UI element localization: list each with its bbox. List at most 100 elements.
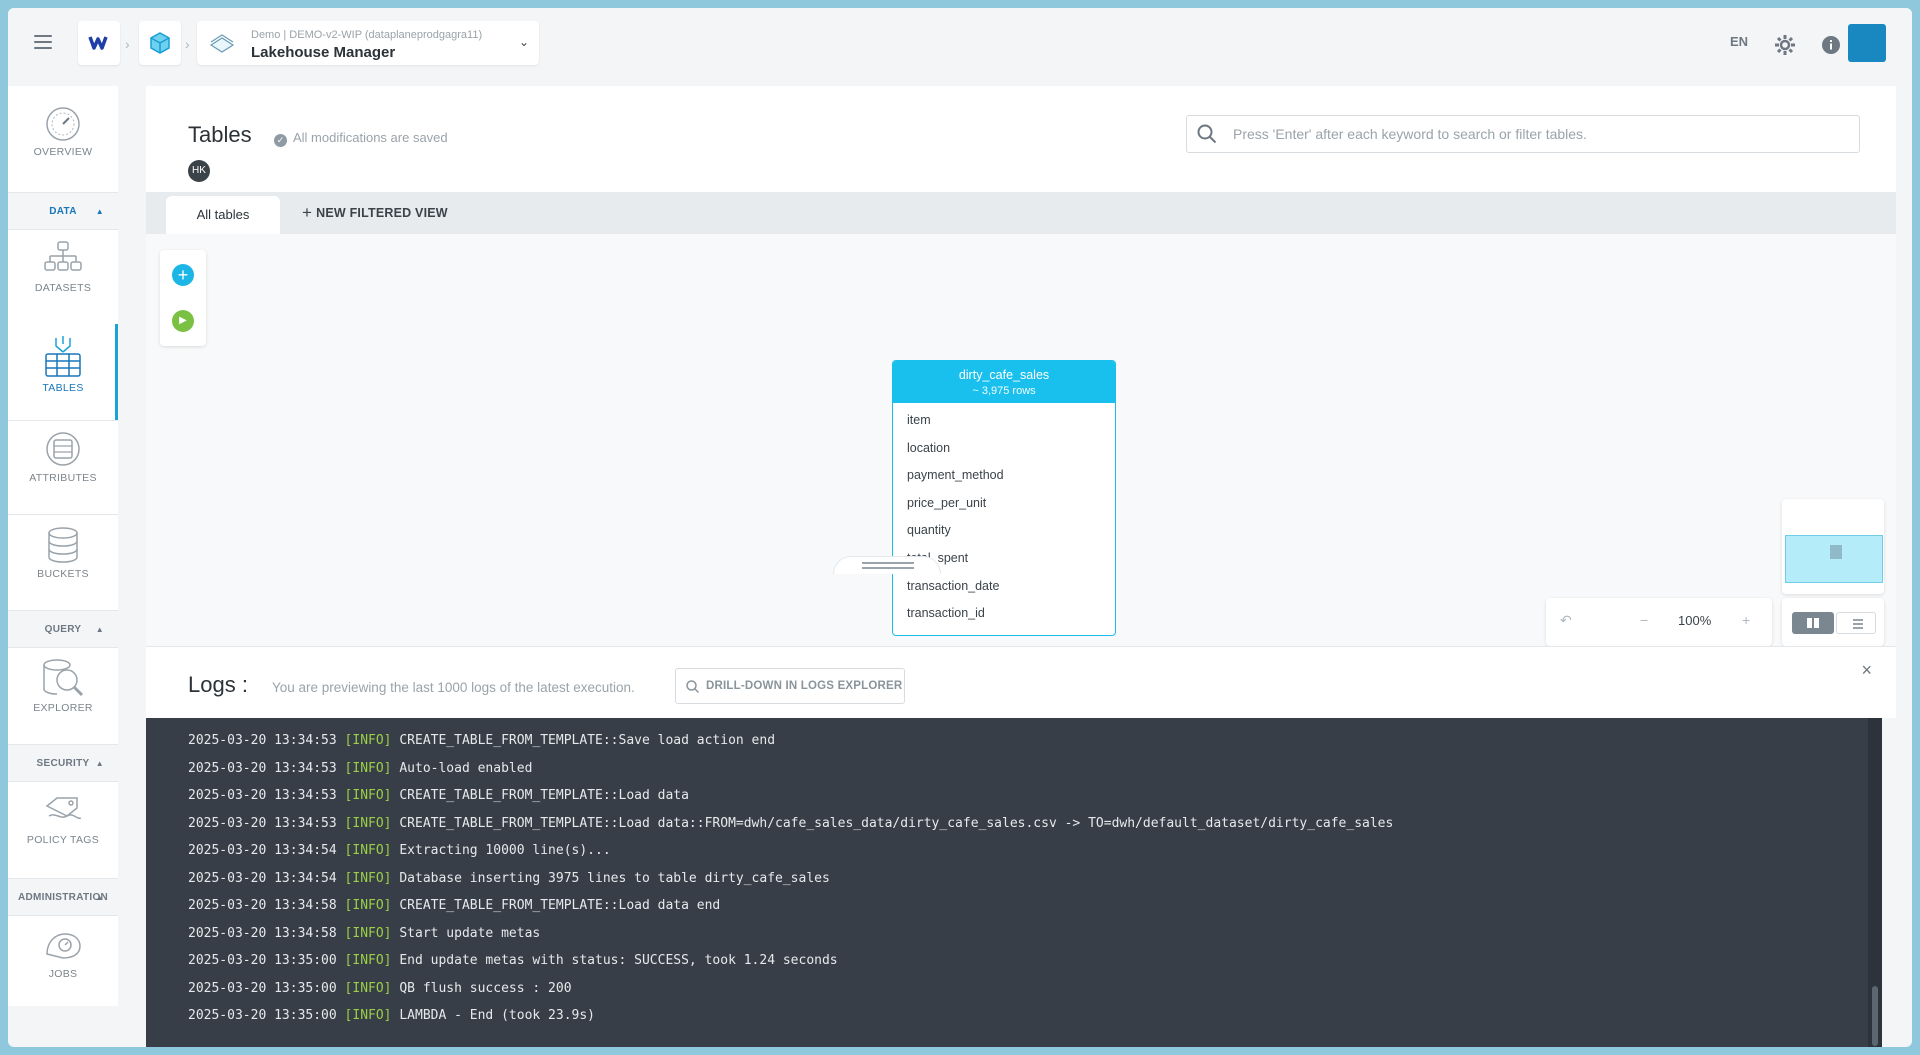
log-console[interactable]: 2025-03-20 13:34:53 [INFO] CREATE_TABLE_… [146,718,1882,1047]
app-window: › › Demo | DEMO-v2-WIP (dataplaneprodgag… [8,8,1912,1047]
chevron-up-icon: ▲ [95,893,104,902]
column-item[interactable]: quantity [893,517,1115,545]
minimap[interactable] [1782,499,1884,594]
new-filtered-view-button[interactable]: + NEW FILTERED VIEW [302,192,448,234]
zoom-out-button[interactable]: − [1640,612,1648,628]
divider [8,420,118,421]
tables-panel: Tables ✓ All modifications are saved HK A… [146,86,1896,646]
diagram-view-button[interactable] [1792,612,1834,634]
gear-icon[interactable] [1774,34,1796,56]
list-view-button[interactable] [1836,612,1876,634]
lakehouse-icon [209,34,235,53]
minimap-viewport[interactable] [1785,535,1883,583]
sidebar-item-overview[interactable]: OVERVIEW [8,106,118,158]
log-timestamp: 2025-03-20 13:34:53 [188,760,337,776]
log-timestamp: 2025-03-20 13:34:53 [188,788,337,804]
project-selector[interactable]: Demo | DEMO-v2-WIP (dataplaneprodgagra11… [197,21,539,65]
column-item[interactable]: location [893,435,1115,463]
language-selector[interactable]: EN [1730,34,1748,49]
resize-handle[interactable] [833,556,941,574]
drill-down-logs-button[interactable]: DRILL-DOWN IN LOGS EXPLORER [675,668,905,704]
close-icon[interactable]: × [1861,660,1872,681]
buckets-icon [48,527,78,563]
column-item[interactable]: transaction_date [893,573,1115,601]
sidebar: OVERVIEW DATA ▲ DATASETS TABLES ATTRIBUT… [8,86,118,1006]
log-level: [INFO] [344,980,392,996]
sidebar-item-label: ATTRIBUTES [29,472,97,484]
log-line: 2025-03-20 13:35:00 [INFO] End update me… [146,947,1882,975]
sidebar-item-jobs[interactable]: JOBS [8,928,118,980]
scrollbar-thumb[interactable] [1872,986,1878,1046]
tab-all-tables[interactable]: All tables [166,196,280,234]
column-item[interactable]: payment_method [893,462,1115,490]
sidebar-item-attributes[interactable]: ATTRIBUTES [8,430,118,484]
log-level: [INFO] [344,925,392,941]
log-spacer [146,719,1882,727]
logs-header: Logs : You are previewing the last 1000 … [146,646,1896,718]
search-input[interactable] [1233,116,1833,152]
section-administration-toggle[interactable]: ADMINISTRATION ▲ [8,878,118,916]
sidebar-item-label: OVERVIEW [33,146,93,158]
project-title: Lakehouse Manager [251,44,396,61]
breadcrumb-separator: › [125,36,130,52]
info-icon[interactable] [1822,36,1840,54]
page-title: Tables [188,122,252,147]
log-message: CREATE_TABLE_FROM_TEMPLATE::Save load ac… [399,733,776,748]
sidebar-item-explorer[interactable]: EXPLORER [8,658,118,714]
menu-icon[interactable] [34,35,52,49]
section-data-toggle[interactable]: DATA ▲ [8,192,118,230]
active-indicator [115,324,118,420]
log-line: 2025-03-20 13:34:53 [INFO] CREATE_TABLE_… [146,727,1882,755]
tables-canvas[interactable]: + ▶ dirty_cafe_sales ~ 3,975 rows item l… [146,234,1896,646]
run-button[interactable]: ▶ [172,310,194,332]
add-table-button[interactable]: + [172,264,194,286]
minimap-table-marker [1830,545,1842,559]
save-status: ✓ All modifications are saved [274,130,448,147]
sidebar-item-label: POLICY TAGS [26,834,100,846]
log-line: 2025-03-20 13:34:58 [INFO] CREATE_TABLE_… [146,892,1882,920]
sidebar-item-tables[interactable]: TABLES [8,324,118,420]
column-list: item location payment_method price_per_u… [893,403,1115,628]
user-avatar[interactable] [1848,24,1886,62]
jobs-icon [46,933,81,959]
chevron-down-icon[interactable]: ⌄ [519,35,529,49]
sidebar-item-datasets[interactable]: DATASETS [8,240,118,294]
home-logo-button[interactable] [78,21,120,65]
table-row-count: ~ 3,975 rows [972,385,1036,397]
log-message: Start update metas [399,925,541,941]
log-scrollbar[interactable] [1868,718,1882,1047]
section-query-toggle[interactable]: QUERY ▲ [8,610,118,648]
table-card[interactable]: dirty_cafe_sales ~ 3,975 rows item locat… [892,360,1116,636]
sidebar-item-label: DATASETS [34,282,92,294]
column-item[interactable]: transaction_id [893,600,1115,628]
sidebar-item-label: BUCKETS [37,568,89,580]
undo-icon[interactable]: ↶ [1560,612,1572,629]
column-item[interactable]: item [893,407,1115,435]
user-initials-avatar[interactable]: HK [188,160,210,182]
column-item[interactable]: price_per_unit [893,490,1115,518]
log-timestamp: 2025-03-20 13:34:58 [188,898,337,914]
project-cube-button[interactable] [139,21,181,65]
log-message: Extracting 10000 line(s)... [399,843,611,859]
table-card-header[interactable]: dirty_cafe_sales ~ 3,975 rows [893,361,1115,403]
sidebar-item-buckets[interactable]: BUCKETS [8,526,118,580]
section-security-toggle[interactable]: SECURITY ▲ [8,744,118,782]
log-timestamp: 2025-03-20 13:34:53 [188,815,337,831]
drill-down-label: DRILL-DOWN IN LOGS EXPLORER [706,680,903,692]
chevron-up-icon: ▲ [95,625,104,634]
log-message: CREATE_TABLE_FROM_TEMPLATE::Load data [399,788,689,804]
list-icon [1853,619,1863,621]
chevron-up-icon: ▲ [95,207,104,216]
zoom-in-button[interactable]: + [1742,612,1750,628]
log-level: [INFO] [344,760,392,776]
log-timestamp: 2025-03-20 13:34:54 [188,870,337,886]
canvas-toolbox: + ▶ [160,250,206,346]
log-line: 2025-03-20 13:34:58 [INFO] Start update … [146,920,1882,948]
sidebar-item-policy-tags[interactable]: POLICY TAGS [8,794,118,846]
log-timestamp: 2025-03-20 13:35:00 [188,953,337,969]
policy-tags-icon [45,797,82,820]
log-level: [INFO] [344,870,392,886]
search-icon [1197,124,1217,144]
log-level: [INFO] [344,815,392,831]
project-subtitle: Demo | DEMO-v2-WIP (dataplaneprodgagra11… [251,29,483,41]
